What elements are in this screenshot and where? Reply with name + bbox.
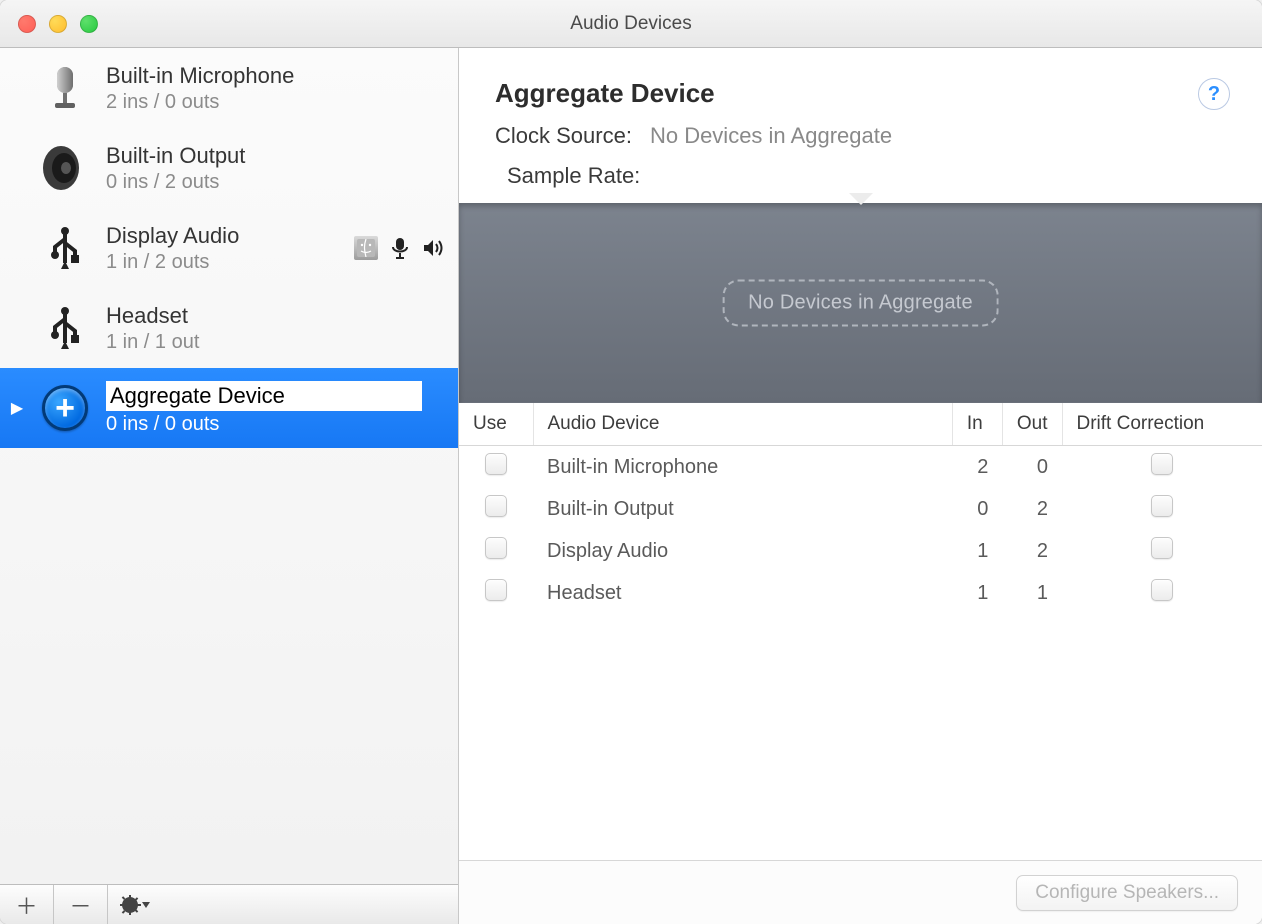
microphone-icon bbox=[38, 61, 92, 115]
table-row[interactable]: Built-in Microphone20 bbox=[459, 446, 1262, 489]
device-name: Display Audio bbox=[106, 223, 340, 249]
table-row[interactable]: Display Audio12 bbox=[459, 530, 1262, 572]
sidebar-footer: ＋ － bbox=[0, 884, 458, 924]
device-indicators bbox=[354, 236, 446, 260]
cell-out: 2 bbox=[1002, 530, 1062, 572]
cell-device: Built-in Output bbox=[533, 488, 952, 530]
minimize-icon[interactable] bbox=[49, 15, 67, 33]
device-sub: 2 ins / 0 outs bbox=[106, 91, 446, 114]
device-name: Built-in Output bbox=[106, 143, 446, 169]
table-row[interactable]: Headset11 bbox=[459, 572, 1262, 614]
device-row-selected[interactable]: ▶ + 0 ins / 0 outs bbox=[0, 368, 458, 448]
use-checkbox[interactable] bbox=[485, 453, 507, 475]
close-icon[interactable] bbox=[18, 15, 36, 33]
col-use[interactable]: Use bbox=[459, 403, 533, 446]
detail-footer: Configure Speakers... bbox=[459, 860, 1262, 924]
drift-checkbox[interactable] bbox=[1151, 537, 1173, 559]
configure-speakers-button[interactable]: Configure Speakers... bbox=[1016, 875, 1238, 911]
device-sub: 1 in / 2 outs bbox=[106, 251, 340, 274]
add-button[interactable]: ＋ bbox=[0, 885, 54, 924]
detail-title: Aggregate Device bbox=[495, 78, 1226, 109]
col-out[interactable]: Out bbox=[1002, 403, 1062, 446]
zoom-icon[interactable] bbox=[80, 15, 98, 33]
device-row[interactable]: ▶ Built-in Output 0 ins / 2 outs bbox=[0, 128, 458, 208]
drift-checkbox[interactable] bbox=[1151, 453, 1173, 475]
use-checkbox[interactable] bbox=[485, 579, 507, 601]
cell-in: 0 bbox=[952, 488, 1002, 530]
device-row[interactable]: ▶ Built-in Microphone 2 ins / 0 outs bbox=[0, 48, 458, 128]
sample-rate-label: Sample Rate: bbox=[507, 163, 640, 189]
device-name-input[interactable] bbox=[106, 381, 422, 411]
subdevice-table-wrap[interactable]: Use Audio Device In Out Drift Correction… bbox=[459, 403, 1262, 860]
cell-in: 1 bbox=[952, 530, 1002, 572]
cell-out: 1 bbox=[1002, 572, 1062, 614]
device-name: Headset bbox=[106, 303, 446, 329]
table-row[interactable]: Built-in Output02 bbox=[459, 488, 1262, 530]
traffic-lights bbox=[18, 15, 98, 33]
default-output-icon bbox=[422, 236, 446, 260]
device-row[interactable]: ▶ Display Audio 1 in / 2 outs bbox=[0, 208, 458, 288]
cell-in: 1 bbox=[952, 572, 1002, 614]
clock-source-label: Clock Source: bbox=[495, 123, 632, 149]
window-title: Audio Devices bbox=[0, 13, 1262, 35]
device-row[interactable]: ▶ Headset 1 in / 1 out bbox=[0, 288, 458, 368]
aggregate-placeholder: No Devices in Aggregate bbox=[722, 280, 999, 327]
col-device[interactable]: Audio Device bbox=[533, 403, 952, 446]
device-list[interactable]: ▶ Built-in Microphone 2 ins / 0 outs ▶ bbox=[0, 48, 458, 884]
device-sub: 1 in / 1 out bbox=[106, 331, 446, 354]
col-drift[interactable]: Drift Correction bbox=[1062, 403, 1262, 446]
aggregate-icon: + bbox=[38, 381, 92, 435]
detail-pane: Aggregate Device ? Clock Source: No Devi… bbox=[459, 48, 1262, 924]
use-checkbox[interactable] bbox=[485, 537, 507, 559]
usb-icon bbox=[38, 221, 92, 275]
use-checkbox[interactable] bbox=[485, 495, 507, 517]
audio-devices-window: Audio Devices ▶ Built-in Microphone 2 in… bbox=[0, 0, 1262, 924]
drift-checkbox[interactable] bbox=[1151, 579, 1173, 601]
cell-device: Display Audio bbox=[533, 530, 952, 572]
cell-device: Headset bbox=[533, 572, 952, 614]
cell-out: 2 bbox=[1002, 488, 1062, 530]
device-name: Built-in Microphone bbox=[106, 63, 446, 89]
sidebar: ▶ Built-in Microphone 2 ins / 0 outs ▶ bbox=[0, 48, 459, 924]
titlebar[interactable]: Audio Devices bbox=[0, 0, 1262, 48]
aggregate-channels-area[interactable]: No Devices in Aggregate bbox=[459, 203, 1262, 403]
col-in[interactable]: In bbox=[952, 403, 1002, 446]
subdevice-table: Use Audio Device In Out Drift Correction… bbox=[459, 403, 1262, 614]
finder-icon bbox=[354, 236, 378, 260]
cell-in: 2 bbox=[952, 446, 1002, 489]
speaker-icon bbox=[38, 141, 92, 195]
cell-device: Built-in Microphone bbox=[533, 446, 952, 489]
help-button[interactable]: ? bbox=[1198, 78, 1230, 110]
action-menu-button[interactable] bbox=[108, 885, 162, 924]
device-sub: 0 ins / 0 outs bbox=[106, 413, 446, 436]
usb-icon bbox=[38, 301, 92, 355]
clock-source-value: No Devices in Aggregate bbox=[650, 123, 892, 149]
cell-out: 0 bbox=[1002, 446, 1062, 489]
device-sub: 0 ins / 2 outs bbox=[106, 171, 446, 194]
remove-button[interactable]: － bbox=[54, 885, 108, 924]
drift-checkbox[interactable] bbox=[1151, 495, 1173, 517]
expand-icon[interactable]: ▶ bbox=[10, 398, 24, 418]
default-input-icon bbox=[388, 236, 412, 260]
